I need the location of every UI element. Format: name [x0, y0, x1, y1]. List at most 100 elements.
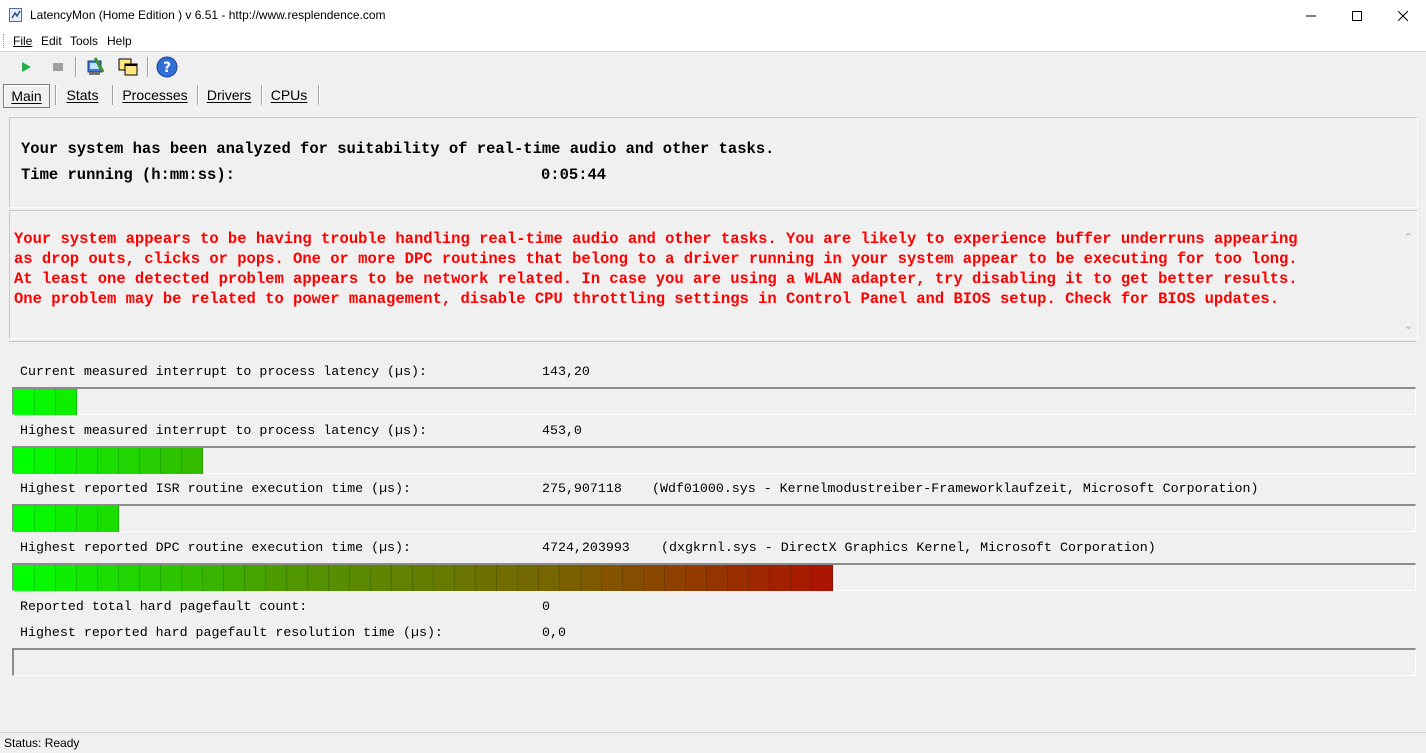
bar-segment: [497, 565, 518, 591]
bar-fill: [14, 389, 77, 415]
bar-segment: [35, 506, 56, 532]
status-bar: Status: Ready: [0, 732, 1426, 753]
bar-segment: [770, 565, 791, 591]
latency-bar: [12, 446, 1416, 474]
metric-label: Highest reported ISR routine execution t…: [20, 481, 411, 496]
bar-fill: [14, 448, 203, 474]
cpu-view-button[interactable]: [116, 55, 140, 79]
bar-segment: [35, 565, 56, 591]
minimize-button[interactable]: [1288, 0, 1334, 31]
bar-segment: [119, 565, 140, 591]
warning-line: One problem may be related to power mana…: [14, 290, 1280, 308]
bar-segment: [56, 389, 77, 415]
maximize-icon: [1352, 10, 1362, 21]
bar-segment: [476, 565, 497, 591]
bar-segment: [182, 448, 203, 474]
metric-value: 4724,203993: [542, 540, 630, 555]
title-bar: LatencyMon (Home Edition ) v 6.51 - http…: [0, 0, 1426, 32]
tab-separator: [112, 85, 114, 105]
bar-segment: [14, 389, 35, 415]
bar-fill: [14, 506, 119, 532]
bar-segment: [812, 565, 833, 591]
scroll-up-icon[interactable]: ⌃: [1404, 231, 1413, 244]
menu-help[interactable]: Help: [107, 34, 132, 48]
app-icon: [9, 8, 22, 22]
menu-bar: File Edit Tools Help: [0, 31, 1426, 51]
metric-value: 0: [542, 599, 550, 614]
menu-edit[interactable]: Edit: [41, 34, 62, 48]
start-button[interactable]: [14, 55, 38, 79]
time-running-label: Time running (h:mm:ss):: [21, 166, 235, 184]
metric-label: Highest reported DPC routine execution t…: [20, 540, 411, 555]
metric-detail: (Wdf01000.sys - Kernelmodustreiber-Frame…: [652, 481, 1259, 496]
tab-separator: [197, 85, 199, 105]
metric-value: 275,907118: [542, 481, 622, 496]
bar-segment: [728, 565, 749, 591]
metric-detail: (dxgkrnl.sys - DirectX Graphics Kernel, …: [661, 540, 1156, 555]
dpc-bar: [12, 563, 1416, 591]
bar-segment: [161, 448, 182, 474]
bar-segment: [665, 565, 686, 591]
warning-panel: Your system appears to be having trouble…: [9, 210, 1418, 339]
bar-segment: [35, 448, 56, 474]
summary-panel: Your system has been analyzed for suitab…: [9, 117, 1418, 208]
kernel-timer-button[interactable]: [84, 55, 108, 79]
tab-drivers[interactable]: Drivers: [202, 84, 256, 106]
warning-line: Your system appears to be having trouble…: [14, 230, 1298, 248]
tab-separator: [318, 85, 320, 105]
warning-text: Your system appears to be having trouble…: [14, 229, 1400, 309]
scroll-down-icon[interactable]: ⌄: [1404, 319, 1413, 332]
bar-segment: [245, 565, 266, 591]
bar-segment: [539, 565, 560, 591]
bar-segment: [35, 389, 56, 415]
tab-cpus[interactable]: CPUs: [266, 84, 312, 106]
tab-processes[interactable]: Processes: [118, 84, 192, 106]
bar-segment: [77, 565, 98, 591]
toolbar-separator: [75, 57, 77, 77]
play-icon: [22, 62, 31, 72]
metric-value: 0,0: [542, 625, 566, 640]
bar-segment: [413, 565, 434, 591]
warning-line: as drop outs, clicks or pops. One or mor…: [14, 250, 1298, 268]
minimize-icon: [1306, 15, 1316, 16]
kernel-timer-icon: [87, 57, 105, 75]
bar-segment: [77, 506, 98, 532]
menu-tools[interactable]: Tools: [70, 34, 98, 48]
status-text: Status: Ready: [4, 736, 80, 750]
bar-segment: [182, 565, 203, 591]
latency-bar: [12, 387, 1416, 415]
bar-segment: [14, 565, 35, 591]
bar-segment: [140, 565, 161, 591]
bar-segment: [119, 448, 140, 474]
stop-button[interactable]: [46, 55, 70, 79]
window-title: LatencyMon (Home Edition ) v 6.51 - http…: [30, 8, 386, 22]
bar-segment: [203, 565, 224, 591]
close-button[interactable]: [1380, 0, 1426, 31]
bar-segment: [560, 565, 581, 591]
help-button[interactable]: ?: [155, 55, 179, 79]
bar-segment: [287, 565, 308, 591]
bar-segment: [77, 448, 98, 474]
pagefault-bar: [12, 648, 1416, 676]
maximize-button[interactable]: [1334, 0, 1380, 31]
bar-segment: [14, 448, 35, 474]
bar-fill: [14, 565, 833, 591]
time-running-value: 0:05:44: [541, 166, 607, 184]
menu-file[interactable]: File: [13, 34, 32, 48]
tab-main[interactable]: Main: [3, 84, 50, 108]
metric-label: Reported total hard pagefault count:: [20, 599, 308, 614]
menu-grip: [3, 34, 7, 48]
bar-segment: [98, 565, 119, 591]
bar-segment: [686, 565, 707, 591]
analysis-summary: Your system has been analyzed for suitab…: [21, 140, 775, 158]
bar-segment: [329, 565, 350, 591]
metric-label: Highest measured interrupt to process la…: [20, 423, 427, 438]
bar-segment: [161, 565, 182, 591]
tab-separator: [261, 85, 263, 105]
bar-segment: [518, 565, 539, 591]
bar-segment: [455, 565, 476, 591]
bar-segment: [350, 565, 371, 591]
bar-segment: [623, 565, 644, 591]
tab-stats[interactable]: Stats: [60, 84, 105, 106]
bar-segment: [392, 565, 413, 591]
